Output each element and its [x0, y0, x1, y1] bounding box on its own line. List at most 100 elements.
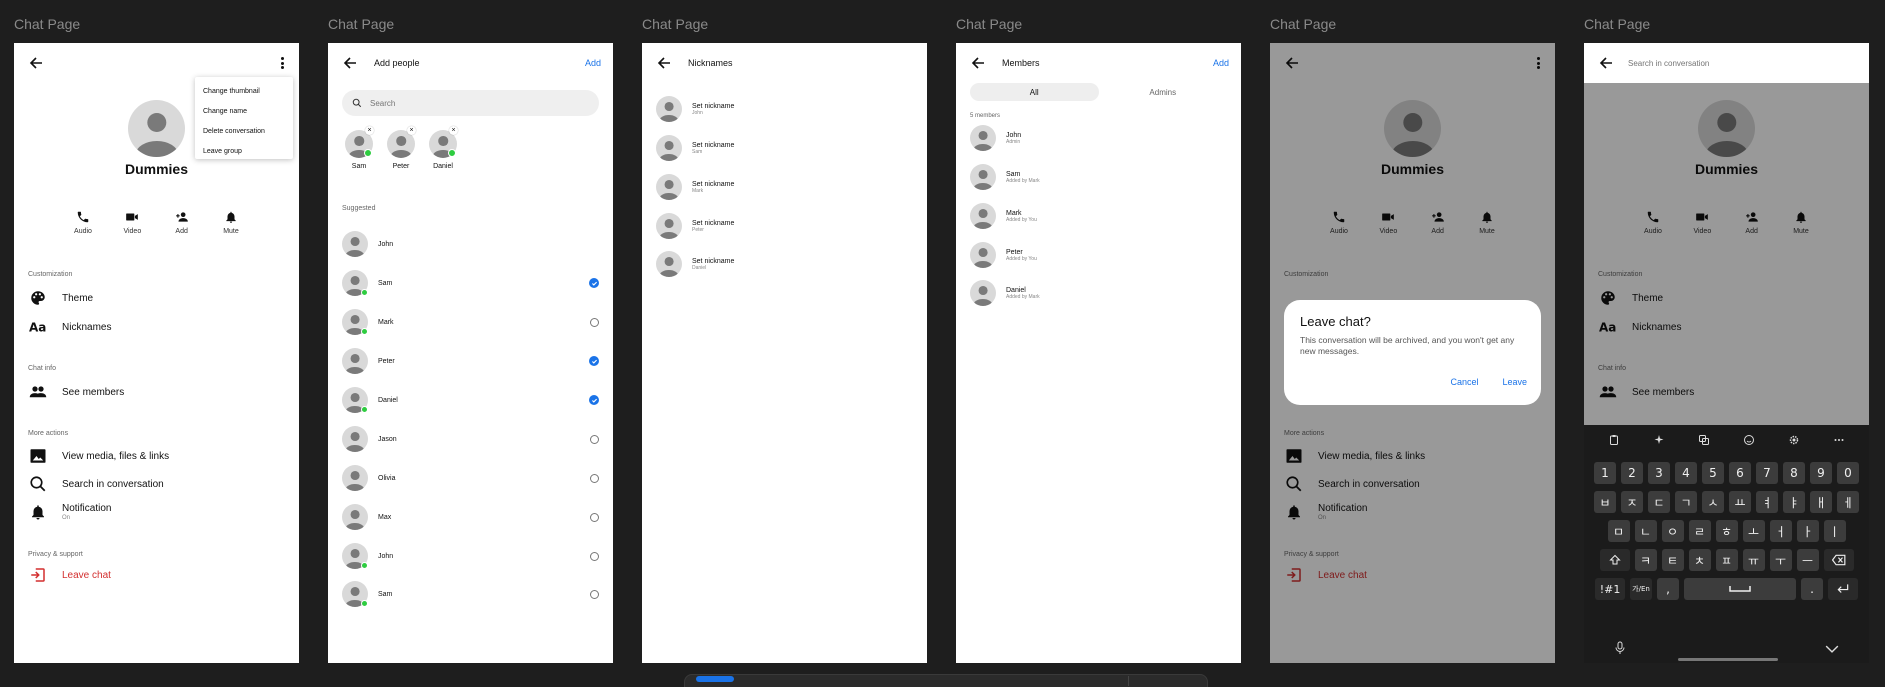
- leave-chat-row[interactable]: Leave chat: [28, 564, 285, 586]
- member-row[interactable]: Sam Added by Mark: [970, 162, 1227, 192]
- search-bar[interactable]: [342, 90, 599, 116]
- radio-unchecked[interactable]: [590, 589, 599, 599]
- add-person-button[interactable]: Add: [167, 210, 197, 235]
- settings-gear-icon[interactable]: [1787, 433, 1801, 447]
- key[interactable]: ㅣ: [1823, 520, 1846, 542]
- theme-row[interactable]: Theme: [28, 287, 285, 309]
- remove-icon[interactable]: ×: [449, 126, 458, 135]
- add-button[interactable]: Add: [585, 58, 601, 68]
- member-row[interactable]: Peter Added by You: [970, 240, 1227, 270]
- menu-item-change-name[interactable]: Change name: [195, 101, 293, 121]
- nickname-row[interactable]: Set nickname Mark: [656, 172, 913, 202]
- remove-icon[interactable]: ×: [407, 126, 416, 135]
- key[interactable]: ㅌ: [1661, 549, 1684, 571]
- see-members-row[interactable]: See members: [28, 381, 285, 403]
- search-input[interactable]: [370, 98, 550, 108]
- key[interactable]: ㅜ: [1769, 549, 1792, 571]
- key[interactable]: ㅊ: [1688, 549, 1711, 571]
- suggested-person-row[interactable]: Jason: [342, 424, 599, 454]
- nicknames-row[interactable]: Aa Nicknames: [28, 316, 285, 338]
- suggested-person-row[interactable]: Mark: [342, 307, 599, 337]
- view-media-row[interactable]: View media, files & links: [28, 445, 285, 467]
- radio-unchecked[interactable]: [590, 434, 599, 444]
- search-conversation-row[interactable]: Search in conversation: [28, 473, 285, 495]
- key[interactable]: ㅈ: [1621, 491, 1643, 513]
- comma-key[interactable]: ,: [1657, 578, 1679, 600]
- key[interactable]: ㅓ: [1769, 520, 1792, 542]
- radio-unchecked[interactable]: [590, 473, 599, 483]
- ai-sparkle-icon[interactable]: [1652, 433, 1666, 447]
- tab-admins[interactable]: Admins: [1099, 83, 1228, 101]
- key[interactable]: ㅍ: [1715, 549, 1738, 571]
- suggested-person-row[interactable]: John: [342, 229, 599, 259]
- key[interactable]: ㅅ: [1702, 491, 1724, 513]
- emoji-icon[interactable]: [1742, 433, 1756, 447]
- search-input[interactable]: [1628, 58, 1828, 68]
- key[interactable]: ㅠ: [1742, 549, 1765, 571]
- toolbar-active-tool[interactable]: [696, 676, 734, 682]
- member-row[interactable]: Daniel Added by Mark: [970, 278, 1227, 308]
- key[interactable]: 0: [1837, 462, 1859, 484]
- key[interactable]: ㅁ: [1607, 520, 1630, 542]
- translate-icon[interactable]: [1697, 433, 1711, 447]
- key[interactable]: 9: [1810, 462, 1832, 484]
- nickname-row[interactable]: Set nickname John: [656, 94, 913, 124]
- nickname-row[interactable]: Set nickname Daniel: [656, 249, 913, 279]
- nickname-row[interactable]: Set nickname Sam: [656, 133, 913, 163]
- key[interactable]: 8: [1783, 462, 1805, 484]
- menu-item-change-thumbnail[interactable]: Change thumbnail: [195, 81, 293, 101]
- group-avatar[interactable]: [128, 100, 185, 157]
- suggested-person-row[interactable]: Max: [342, 502, 599, 532]
- key[interactable]: 3: [1648, 462, 1670, 484]
- checkbox-checked-icon[interactable]: [589, 356, 599, 366]
- key[interactable]: ㅗ: [1742, 520, 1765, 542]
- suggested-person-row[interactable]: Sam: [342, 579, 599, 609]
- key[interactable]: 5: [1702, 462, 1724, 484]
- language-key[interactable]: 가/En: [1630, 578, 1652, 600]
- key[interactable]: 4: [1675, 462, 1697, 484]
- radio-unchecked[interactable]: [590, 551, 599, 561]
- shift-key-icon[interactable]: [1599, 549, 1630, 571]
- key[interactable]: 1: [1594, 462, 1616, 484]
- key[interactable]: ㄱ: [1675, 491, 1697, 513]
- clipboard-icon[interactable]: [1607, 433, 1621, 447]
- suggested-person-row[interactable]: Olivia: [342, 463, 599, 493]
- member-row[interactable]: Mark Added by You: [970, 201, 1227, 231]
- member-row[interactable]: John Admin: [970, 123, 1227, 153]
- tab-all[interactable]: All: [970, 83, 1099, 101]
- checkbox-checked-icon[interactable]: [589, 278, 599, 288]
- back-arrow-icon[interactable]: [968, 53, 988, 73]
- key[interactable]: ㅏ: [1796, 520, 1819, 542]
- leave-button[interactable]: Leave: [1502, 377, 1527, 387]
- key[interactable]: ㅛ: [1729, 491, 1751, 513]
- suggested-person-row[interactable]: John: [342, 541, 599, 571]
- key[interactable]: ㅕ: [1756, 491, 1778, 513]
- nickname-row[interactable]: Set nickname Peter: [656, 211, 913, 241]
- space-key[interactable]: [1684, 578, 1796, 600]
- cancel-button[interactable]: Cancel: [1450, 377, 1478, 387]
- checkbox-checked-icon[interactable]: [589, 395, 599, 405]
- back-arrow-icon[interactable]: [1596, 53, 1616, 73]
- remove-icon[interactable]: ×: [365, 126, 374, 135]
- symbols-key[interactable]: !#1: [1595, 578, 1625, 600]
- period-key[interactable]: .: [1801, 578, 1823, 600]
- more-horizontal-icon[interactable]: [1832, 433, 1846, 447]
- key[interactable]: 6: [1729, 462, 1751, 484]
- key[interactable]: ㅎ: [1715, 520, 1738, 542]
- back-arrow-icon[interactable]: [654, 53, 674, 73]
- backspace-key-icon[interactable]: [1823, 549, 1854, 571]
- suggested-person-row[interactable]: Daniel: [342, 385, 599, 415]
- key[interactable]: ㅇ: [1661, 520, 1684, 542]
- chevron-down-icon[interactable]: [1825, 641, 1839, 659]
- enter-key-icon[interactable]: [1828, 578, 1858, 600]
- key[interactable]: ㄷ: [1648, 491, 1670, 513]
- more-options-icon[interactable]: [277, 55, 287, 71]
- key[interactable]: ㅡ: [1796, 549, 1819, 571]
- back-arrow-icon[interactable]: [26, 53, 46, 73]
- add-button[interactable]: Add: [1213, 58, 1229, 68]
- video-call-button[interactable]: Video: [117, 210, 147, 235]
- suggested-person-row[interactable]: Sam: [342, 268, 599, 298]
- menu-item-leave-group[interactable]: Leave group: [195, 141, 293, 161]
- back-arrow-icon[interactable]: [340, 53, 360, 73]
- radio-unchecked[interactable]: [590, 512, 599, 522]
